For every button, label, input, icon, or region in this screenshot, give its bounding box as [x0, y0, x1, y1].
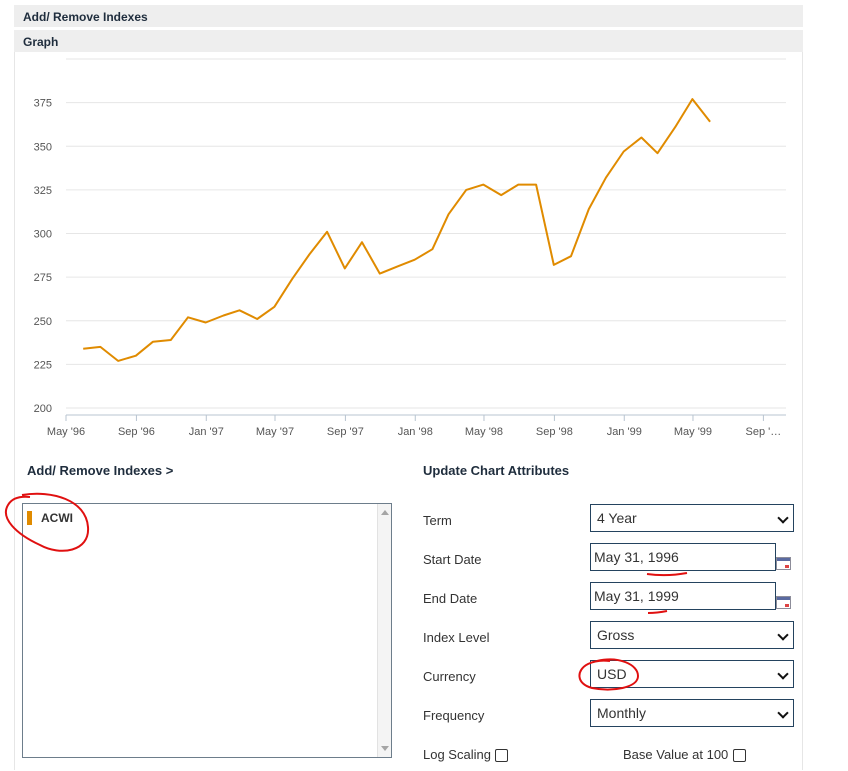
frequency-value: Monthly [597, 705, 647, 721]
start-date-input[interactable]: May 31, 1996 [590, 543, 776, 571]
line-chart: 200 225 250 275 300 325 350 375 May '96 Sep '96 Ja… [34, 58, 786, 438]
y-tick-label: 275 [34, 272, 52, 284]
end-date-input[interactable]: May 31, 1999 [590, 582, 776, 610]
data-point [290, 277, 294, 281]
add-remove-indexes-link[interactable]: Add/ Remove Indexes > [27, 463, 173, 478]
frequency-label: Frequency [423, 708, 485, 723]
data-point [98, 345, 102, 349]
list-item-acwi[interactable]: ACWI [27, 511, 73, 525]
chevron-down-icon [777, 512, 789, 524]
data-point [655, 151, 659, 155]
calendar-icon[interactable] [776, 596, 791, 609]
data-point [221, 314, 225, 318]
term-label: Term [423, 513, 452, 528]
data-point [569, 254, 573, 258]
data-point [622, 149, 626, 153]
term-select[interactable]: 4 Year [590, 504, 794, 532]
currency-label: Currency [423, 669, 476, 684]
data-point [134, 354, 138, 358]
x-tick-label: May '98 [465, 426, 503, 438]
data-point [446, 212, 450, 216]
data-point [169, 338, 173, 342]
data-point [186, 315, 190, 319]
data-point [237, 308, 241, 312]
series-color-swatch [27, 511, 32, 525]
listbox-scrollbar[interactable] [377, 504, 391, 757]
data-point [343, 266, 347, 270]
log-scaling-checkbox[interactable] [495, 749, 508, 762]
data-point [395, 265, 399, 269]
data-point [534, 183, 538, 187]
scroll-down-arrow-icon[interactable] [381, 746, 389, 751]
index-level-label: Index Level [423, 630, 490, 645]
x-tick-label: Sep '98 [536, 426, 573, 438]
x-tick-label: Sep '97 [327, 426, 364, 438]
y-tick-label: 225 [34, 359, 52, 371]
data-point [81, 347, 85, 351]
x-tick-label: May '96 [47, 426, 85, 438]
frequency-select[interactable]: Monthly [590, 699, 794, 727]
x-tick-label: Jan '97 [189, 426, 224, 438]
data-point [552, 263, 556, 267]
update-chart-attributes-title: Update Chart Attributes [423, 463, 570, 478]
y-tick-label: 325 [34, 185, 52, 197]
x-tick-label: Sep '96 [118, 426, 155, 438]
x-tick-label: Jan '98 [398, 426, 433, 438]
index-level-value: Gross [597, 627, 635, 643]
data-point [516, 183, 520, 187]
x-tick-label: May '97 [256, 426, 294, 438]
data-point [378, 272, 382, 276]
data-point [708, 120, 712, 124]
log-scaling-label: Log Scaling [423, 747, 491, 762]
x-tick-label: May '99 [674, 426, 712, 438]
data-point [673, 125, 677, 129]
currency-select[interactable]: USD [590, 660, 794, 688]
y-tick-label: 300 [34, 229, 52, 241]
y-tick-label: 200 [34, 403, 52, 415]
y-tick-label: 250 [34, 316, 52, 328]
data-point [413, 258, 417, 262]
currency-value: USD [597, 666, 627, 682]
data-point [639, 136, 643, 140]
term-value: 4 Year [597, 510, 637, 526]
end-date-label: End Date [423, 591, 478, 606]
index-level-select[interactable]: Gross [590, 621, 794, 649]
base-value-checkbox[interactable] [733, 749, 746, 762]
add-remove-indexes-bar[interactable]: Add/ Remove Indexes [14, 5, 803, 27]
index-label: ACWI [41, 511, 73, 525]
base-value-label: Base Value at 100 [623, 747, 729, 762]
chevron-down-icon [777, 707, 789, 719]
data-point [499, 193, 503, 197]
data-point [116, 359, 120, 363]
calendar-icon[interactable] [776, 557, 791, 570]
start-date-label: Start Date [423, 552, 482, 567]
y-tick-label: 375 [34, 98, 52, 110]
data-point [464, 188, 468, 192]
data-point [481, 183, 485, 187]
data-point [255, 317, 259, 321]
x-tick-label: Sep '… [746, 426, 782, 438]
scroll-up-arrow-icon[interactable] [381, 510, 389, 515]
data-point [604, 176, 608, 180]
data-point [204, 321, 208, 325]
data-point [307, 252, 311, 256]
data-point [587, 207, 591, 211]
data-point [325, 230, 329, 234]
data-point [690, 97, 694, 101]
index-listbox[interactable]: ACWI [22, 503, 392, 758]
data-point [360, 240, 364, 244]
data-point [430, 247, 434, 251]
chevron-down-icon [777, 629, 789, 641]
series-line-acwi [83, 98, 711, 362]
chevron-down-icon [777, 668, 789, 680]
data-point [151, 340, 155, 344]
y-tick-label: 350 [34, 141, 52, 153]
x-tick-label: Jan '99 [607, 426, 642, 438]
data-point [272, 305, 276, 309]
